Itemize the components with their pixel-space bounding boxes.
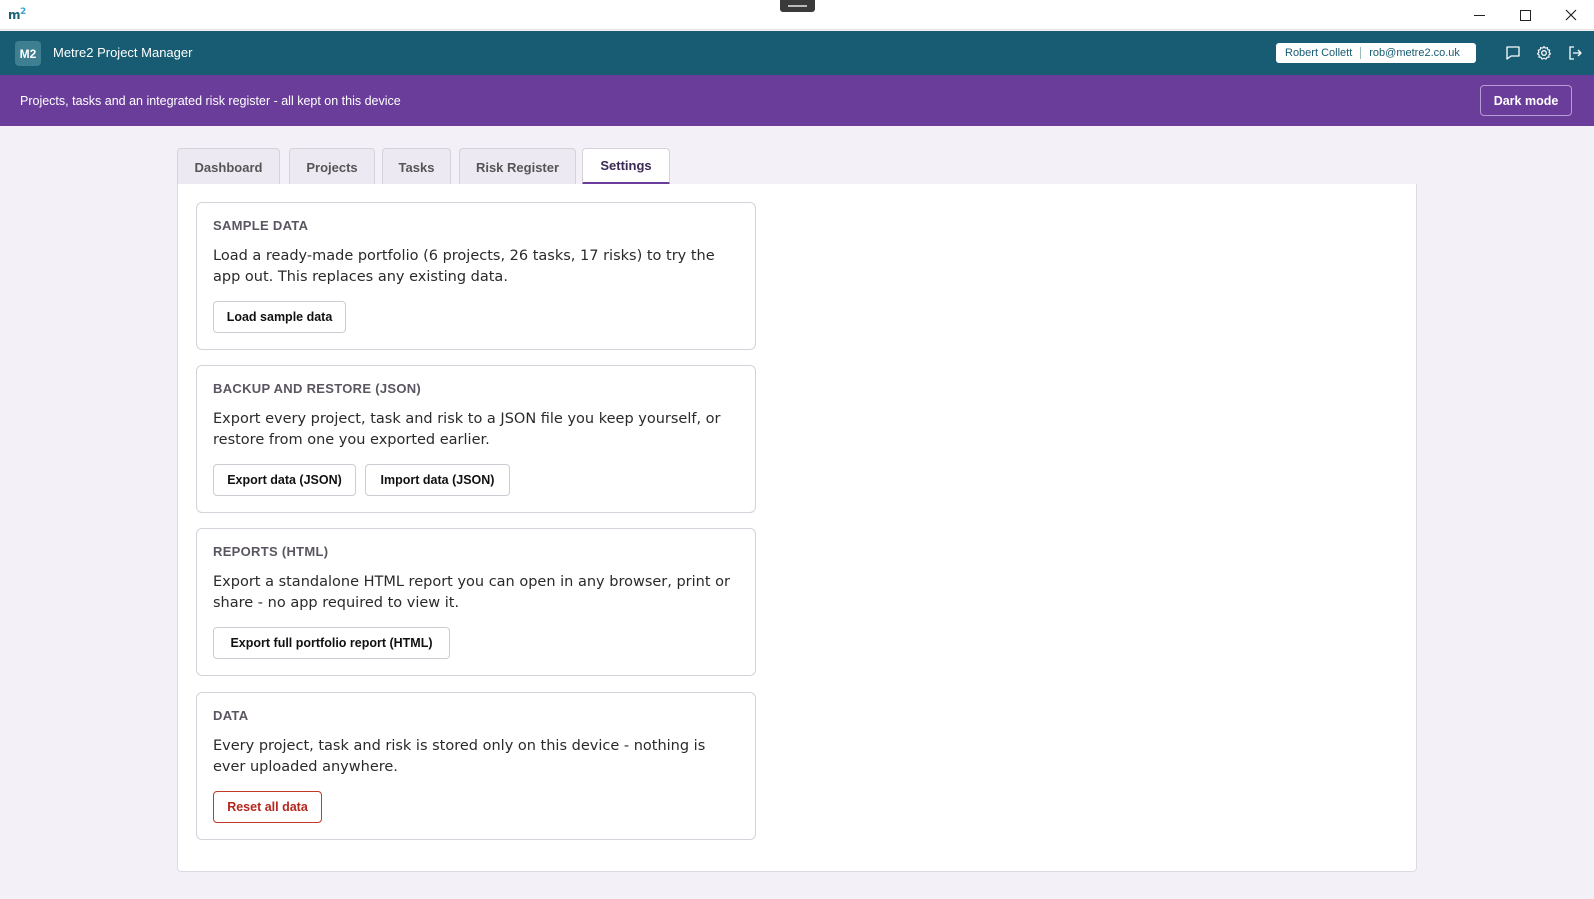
user-pill[interactable]: Robert Collett rob@metre2.co.uk xyxy=(1276,43,1476,63)
user-pill-divider xyxy=(1360,47,1362,59)
sample-data-title: SAMPLE DATA xyxy=(213,218,309,233)
reports-title: REPORTS (HTML) xyxy=(213,544,329,559)
sample-data-description: Load a ready-made portfolio (6 projects,… xyxy=(213,248,715,285)
logout-icon xyxy=(1569,46,1582,60)
chat-icon xyxy=(1506,46,1520,60)
tab-dashboard[interactable]: Dashboard xyxy=(177,148,280,185)
reports-description: Export a standalone HTML report you can … xyxy=(213,574,730,611)
reports-card: REPORTS (HTML) Export a standalone HTML … xyxy=(196,528,756,676)
app-title: Metre2 Project Manager xyxy=(53,45,193,60)
maximize-button[interactable] xyxy=(1502,0,1548,30)
info-banner: Projects, tasks and an integrated risk r… xyxy=(0,75,1594,126)
export-html-report-button[interactable]: Export full portfolio report (HTML) xyxy=(213,627,450,659)
data-card: DATA Every project, task and risk is sto… xyxy=(196,692,756,840)
user-name: Robert Collett xyxy=(1285,47,1353,59)
tab-projects[interactable]: Projects xyxy=(289,148,375,185)
data-description: Every project, task and risk is stored o… xyxy=(213,738,706,775)
sample-data-card: SAMPLE DATA Load a ready-made portfolio … xyxy=(196,202,756,350)
window-titlebar: m2 xyxy=(0,0,1594,30)
app-header: M2 Metre2 Project Manager Robert Collett… xyxy=(0,31,1594,75)
logout-button[interactable] xyxy=(1565,43,1585,63)
load-sample-data-button[interactable]: Load sample data xyxy=(213,301,346,333)
import-json-button[interactable]: Import data (JSON) xyxy=(365,464,510,496)
settings-gear-icon xyxy=(1536,45,1552,60)
settings-button[interactable] xyxy=(1534,43,1554,63)
dark-mode-button[interactable]: Dark mode xyxy=(1480,85,1572,116)
backup-restore-title: BACKUP AND RESTORE (JSON) xyxy=(213,381,422,396)
window-drag-grip[interactable] xyxy=(780,0,815,12)
user-email: rob@metre2.co.uk xyxy=(1369,47,1460,59)
feedback-button[interactable] xyxy=(1503,43,1523,63)
app-logo-icon: m2 xyxy=(8,7,26,22)
reset-all-data-button[interactable]: Reset all data xyxy=(213,791,322,823)
maximize-icon xyxy=(1519,9,1531,21)
backup-restore-description: Export every project, task and risk to a… xyxy=(213,411,721,448)
minimize-button[interactable] xyxy=(1456,0,1502,30)
close-icon xyxy=(1565,9,1577,21)
export-json-button[interactable]: Export data (JSON) xyxy=(213,464,356,496)
data-title: DATA xyxy=(213,708,249,723)
app-badge: M2 xyxy=(15,41,41,66)
minimize-icon xyxy=(1473,14,1485,16)
tab-risk-register[interactable]: Risk Register xyxy=(459,148,576,185)
tab-tasks[interactable]: Tasks xyxy=(382,148,451,185)
backup-restore-card: BACKUP AND RESTORE (JSON) Export every p… xyxy=(196,365,756,513)
close-window-button[interactable] xyxy=(1548,0,1594,30)
tab-settings[interactable]: Settings xyxy=(582,148,670,185)
banner-tagline: Projects, tasks and an integrated risk r… xyxy=(20,94,401,108)
